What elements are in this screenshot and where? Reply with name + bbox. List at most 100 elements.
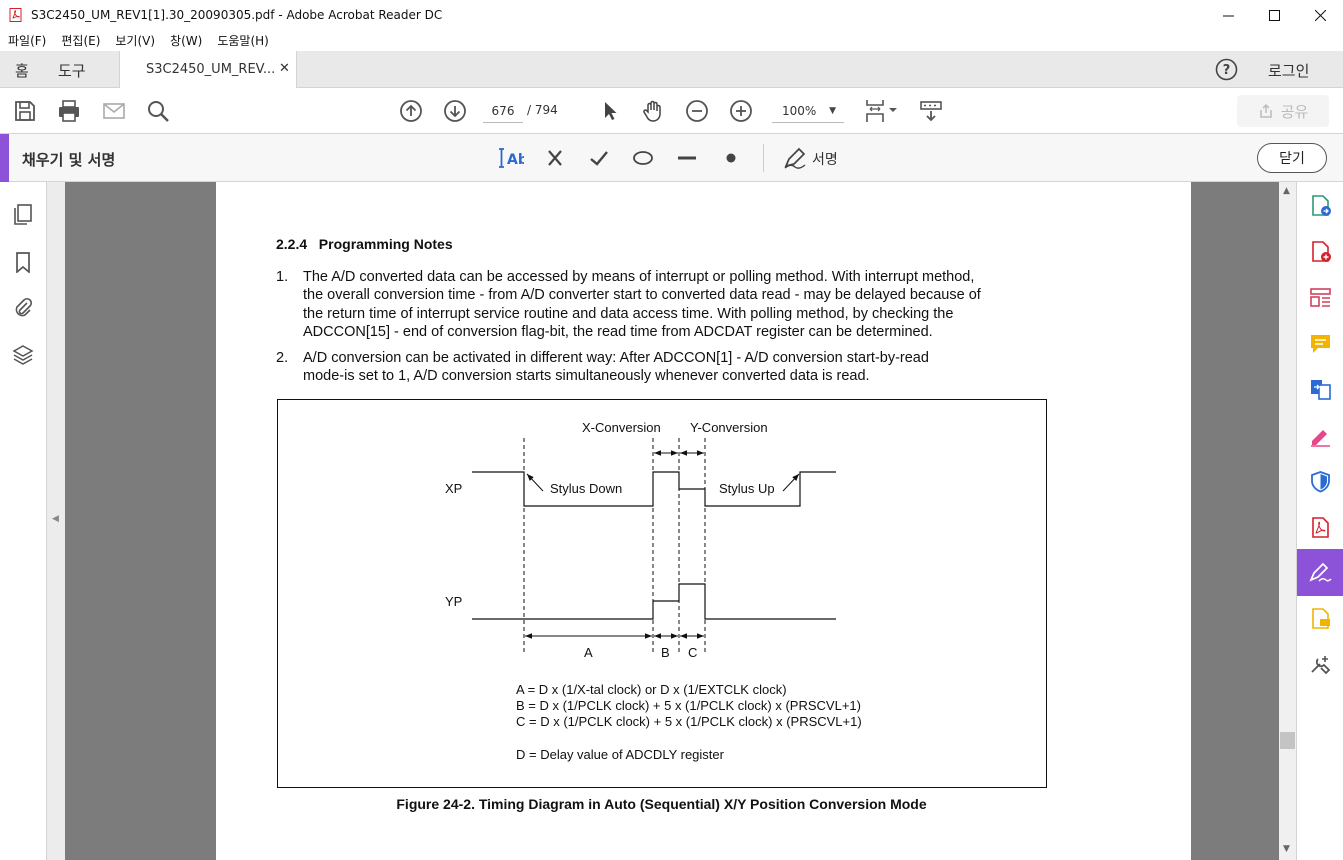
text-line: The A/D converted data can be accessed b… bbox=[303, 269, 975, 285]
list-item-2: 2. A/D conversion can be activated in di… bbox=[276, 349, 1076, 389]
request-signature-icon[interactable] bbox=[1309, 561, 1332, 584]
section-heading: 2.2.4 Programming Notes bbox=[276, 236, 453, 252]
send-for-comments-icon[interactable] bbox=[1309, 607, 1332, 630]
x-conversion-label: X-Conversion bbox=[582, 420, 661, 435]
dot-icon[interactable] bbox=[719, 146, 743, 170]
document-viewer: 2.2.4 Programming Notes 1. The A/D conve… bbox=[65, 182, 1279, 860]
share-button[interactable]: 공유 bbox=[1237, 95, 1329, 127]
acrobat-pdf-icon[interactable] bbox=[1309, 516, 1332, 539]
vertical-scrollbar[interactable]: ▲ ▼ bbox=[1279, 182, 1296, 860]
zoom-value: 100% bbox=[782, 104, 817, 118]
minimize-icon bbox=[1222, 15, 1234, 16]
yp-label: YP bbox=[445, 594, 462, 609]
menu-help[interactable]: 도움말(H) bbox=[217, 32, 269, 49]
left-navigation-panel bbox=[0, 182, 47, 860]
create-pdf-icon[interactable] bbox=[1309, 240, 1332, 263]
menu-edit[interactable]: 편집(E) bbox=[61, 32, 100, 49]
previous-page-icon[interactable] bbox=[399, 99, 423, 123]
tab-tools[interactable]: 도구 bbox=[58, 60, 86, 81]
text-line: the overall conversion time - from A/D c… bbox=[303, 287, 981, 304]
tab-document[interactable]: S3C2450_UM_REV... ✕ bbox=[119, 51, 297, 88]
email-icon[interactable] bbox=[102, 99, 126, 123]
page-fit-icon[interactable] bbox=[864, 99, 900, 123]
scroll-up-icon[interactable]: ▲ bbox=[1283, 186, 1290, 196]
help-icon[interactable]: ? bbox=[1215, 58, 1238, 81]
login-link[interactable]: 로그인 bbox=[1268, 60, 1309, 81]
cross-mark-icon[interactable] bbox=[543, 146, 567, 170]
text-line: the return time of interrupt service rou… bbox=[303, 305, 954, 322]
timing-markers bbox=[523, 438, 706, 652]
tab-bar: 홈 도구 S3C2450_UM_REV... ✕ ? 로그인 bbox=[0, 51, 1343, 88]
list-item-1: 1. The A/D converted data can be accesse… bbox=[276, 268, 1076, 343]
scrollbar-thumb[interactable] bbox=[1280, 732, 1295, 749]
tab-home[interactable]: 홈 bbox=[15, 60, 29, 81]
yp-waveform bbox=[472, 583, 836, 620]
minimize-button[interactable] bbox=[1205, 0, 1251, 30]
stylus-down-label: Stylus Down bbox=[550, 481, 622, 496]
protect-icon[interactable] bbox=[1309, 470, 1332, 493]
comment-icon[interactable] bbox=[1309, 332, 1332, 355]
tab-document-label: S3C2450_UM_REV... bbox=[146, 62, 276, 77]
share-icon bbox=[1259, 103, 1272, 118]
page-total: / 794 bbox=[527, 103, 558, 117]
right-tools-panel bbox=[1296, 182, 1343, 860]
close-window-button[interactable] bbox=[1297, 0, 1343, 30]
text-line: ADCCON[15] - end of conversion flag-bit,… bbox=[303, 323, 933, 340]
chevron-down-icon: ▼ bbox=[829, 106, 836, 116]
menu-view[interactable]: 보기(V) bbox=[115, 32, 155, 49]
fill-sign-toolbar: 채우기 및 서명 Ab 서명 닫기 bbox=[0, 134, 1343, 182]
select-cursor-icon[interactable] bbox=[598, 99, 622, 123]
sign-pen-icon[interactable] bbox=[783, 146, 807, 170]
next-page-icon[interactable] bbox=[443, 99, 467, 123]
maximize-button[interactable] bbox=[1251, 0, 1297, 30]
tab-close-icon[interactable]: ✕ bbox=[279, 61, 290, 76]
scroll-mode-icon[interactable] bbox=[919, 99, 943, 123]
save-icon[interactable] bbox=[13, 99, 37, 123]
zoom-select[interactable]: 100% ▼ bbox=[772, 99, 844, 123]
zoom-out-icon[interactable] bbox=[685, 99, 709, 123]
fill-sign-accent bbox=[0, 134, 9, 182]
ellipse-icon[interactable] bbox=[631, 146, 655, 170]
main-toolbar: 676 / 794 100% ▼ 공유 bbox=[0, 88, 1343, 134]
interval-c-label: C bbox=[688, 645, 697, 660]
add-text-icon[interactable]: Ab bbox=[498, 146, 524, 170]
layers-icon[interactable] bbox=[12, 344, 34, 366]
zoom-in-icon[interactable] bbox=[729, 99, 753, 123]
export-pdf-icon[interactable] bbox=[1309, 194, 1332, 217]
title-bar: S3C2450_UM_REV1[1].30_20090305.pdf - Ado… bbox=[0, 0, 1343, 30]
page-number-input[interactable]: 676 bbox=[483, 99, 523, 123]
text-line: mode-is set to 1, A/D conversion starts … bbox=[303, 368, 870, 385]
list-number: 2. bbox=[276, 350, 289, 366]
list-number: 1. bbox=[276, 269, 289, 285]
sign-label[interactable]: 서명 bbox=[812, 149, 838, 169]
check-mark-icon[interactable] bbox=[587, 146, 611, 170]
scroll-down-icon[interactable]: ▼ bbox=[1283, 844, 1290, 854]
collapse-left-icon[interactable]: ◀ bbox=[52, 514, 59, 524]
bookmark-icon[interactable] bbox=[12, 251, 34, 273]
menu-file[interactable]: 파일(F) bbox=[8, 32, 46, 49]
attachment-icon[interactable] bbox=[12, 296, 34, 318]
maximize-icon bbox=[1268, 9, 1280, 21]
close-icon bbox=[1314, 9, 1326, 21]
fill-sign-tool-icon[interactable] bbox=[1309, 424, 1332, 447]
menu-bar: 파일(F) 편집(E) 보기(V) 창(W) 도움말(H) bbox=[0, 30, 1343, 51]
toolbar-divider bbox=[763, 144, 764, 172]
left-panel-collapse-strip[interactable]: ◀ bbox=[47, 182, 65, 860]
svg-text:Ab: Ab bbox=[507, 152, 524, 168]
interval-b-label: B bbox=[661, 645, 670, 660]
combine-files-icon[interactable] bbox=[1309, 378, 1332, 401]
pdf-page: 2.2.4 Programming Notes 1. The A/D conve… bbox=[216, 182, 1191, 860]
line-icon[interactable] bbox=[675, 146, 699, 170]
print-icon[interactable] bbox=[57, 99, 81, 123]
acrobat-app-icon bbox=[9, 8, 22, 22]
close-fill-sign-button[interactable]: 닫기 bbox=[1257, 143, 1327, 173]
search-icon[interactable] bbox=[146, 99, 170, 123]
page-thumbnails-icon[interactable] bbox=[12, 203, 34, 225]
formula-b: B = D x (1/PCLK clock) + 5 x (1/PCLK clo… bbox=[516, 698, 861, 713]
formula-c: C = D x (1/PCLK clock) + 5 x (1/PCLK clo… bbox=[516, 714, 862, 729]
more-tools-icon[interactable] bbox=[1309, 653, 1332, 676]
menu-window[interactable]: 창(W) bbox=[170, 32, 202, 49]
window-title: S3C2450_UM_REV1[1].30_20090305.pdf - Ado… bbox=[31, 8, 443, 22]
edit-pdf-icon[interactable] bbox=[1309, 286, 1332, 309]
hand-tool-icon[interactable] bbox=[641, 99, 665, 123]
